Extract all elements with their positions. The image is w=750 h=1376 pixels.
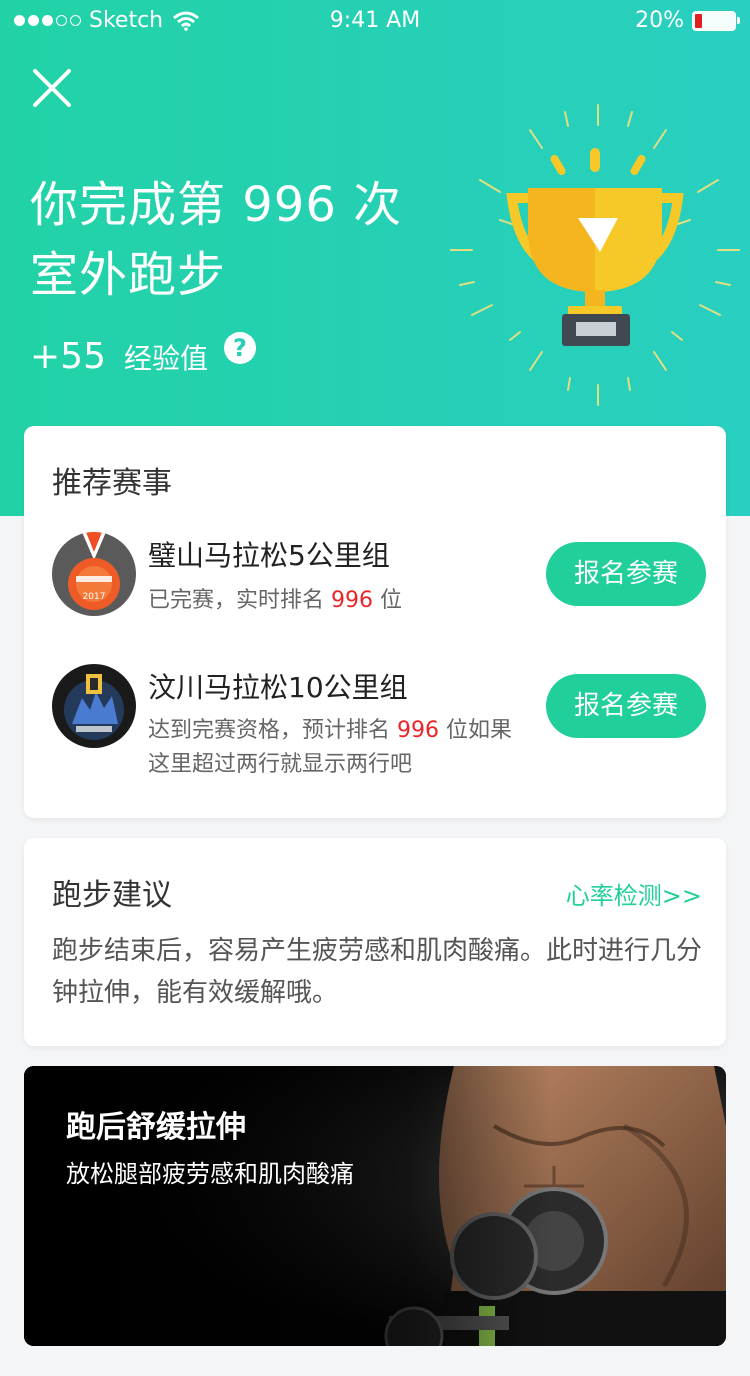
stretch-banner[interactable]: 跑后舒缓拉伸 放松腿部疲劳感和肌肉酸痛 (24, 1066, 726, 1346)
experience-gain: +55 经验值 (30, 336, 208, 377)
battery-percent: 20% (635, 8, 684, 33)
join-race-button[interactable]: 报名参赛 (546, 674, 706, 738)
exp-value: +55 (30, 336, 106, 377)
battery-icon (692, 10, 740, 31)
help-icon[interactable]: ? (224, 332, 256, 364)
heart-rate-link[interactable]: 心率检测>> (566, 876, 702, 911)
banner-subtitle: 放松腿部疲劳感和肌肉酸痛 (66, 1160, 354, 1188)
event-name: 汶川马拉松10公里组 (148, 671, 408, 704)
medal-avatar: 2017 (52, 532, 136, 616)
medal-year: 2017 (83, 592, 106, 602)
achievement-title: 你完成第 996 次 室外跑步 (30, 170, 402, 310)
banner-title: 跑后舒缓拉伸 (66, 1110, 246, 1145)
join-race-button[interactable]: 报名参赛 (546, 542, 706, 606)
event-rank: 996 (397, 718, 439, 743)
title-line-1: 你完成第 996 次 (30, 177, 403, 233)
recommended-events-card: 推荐赛事 2017 璧山马拉松5公里组 已完赛，实时排名 996 位 报名参赛 (24, 426, 726, 818)
medal-avatar (52, 664, 136, 748)
event-status-prefix: 已完赛，实时排名 (148, 588, 331, 613)
status-bar: Sketch 9:41 AM 20% (0, 0, 750, 40)
recommended-title: 推荐赛事 (52, 466, 172, 501)
event-status-suffix: 位 (373, 588, 402, 613)
title-line-2: 室外跑步 (30, 247, 227, 303)
event-status-prefix: 达到完赛资格，预计排名 (148, 718, 397, 743)
close-button[interactable] (30, 66, 74, 110)
event-rank: 996 (331, 588, 373, 613)
advice-title: 跑步建议 (52, 878, 172, 913)
trophy-icon (450, 104, 740, 406)
exp-label: 经验值 (123, 341, 208, 375)
running-advice-card: 跑步建议 心率检测>> 跑步结束后，容易产生疲劳感和肌肉酸痛。此时进行几分钟拉伸… (24, 838, 726, 1046)
event-status: 已完赛，实时排名 996 位 (148, 584, 528, 618)
advice-text: 跑步结束后，容易产生疲劳感和肌肉酸痛。此时进行几分钟拉伸，能有效缓解哦。 (52, 936, 703, 1008)
event-status: 达到完赛资格，预计排名 996 位如果这里超过两行就显示两行吧 (148, 714, 528, 782)
status-right: 20% (635, 8, 740, 33)
event-name: 璧山马拉松5公里组 (148, 539, 390, 572)
close-icon (33, 69, 71, 107)
